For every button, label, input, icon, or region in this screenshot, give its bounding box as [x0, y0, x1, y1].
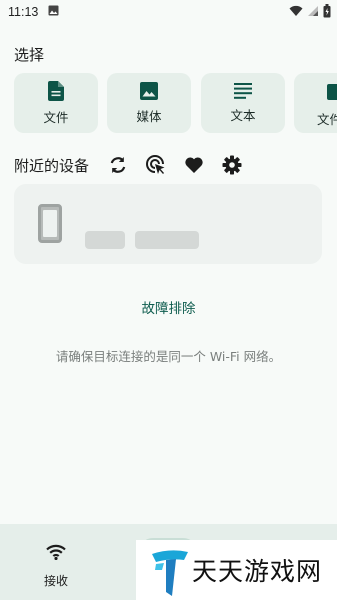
watermark-text: 天天游戏网 [192, 557, 323, 586]
signal-icon [307, 5, 319, 20]
device-placeholder-card [14, 184, 322, 264]
nearby-devices-header: 附近的设备 [14, 155, 334, 175]
phone-icon [38, 204, 62, 243]
text-icon [234, 82, 252, 99]
pick-file-button[interactable]: 文件 [14, 73, 98, 133]
nav-receive-label: 接收 [43, 574, 68, 588]
watermark-logo: 天天游戏网 [136, 540, 337, 600]
watermark-t-logo-icon [150, 548, 190, 600]
skeleton-bar [135, 231, 199, 249]
nearby-devices-title: 附近的设备 [14, 156, 90, 175]
pick-file-label: 文件 [43, 109, 69, 125]
cursor-click-icon[interactable] [146, 155, 166, 175]
pick-media-button[interactable]: 媒体 [107, 73, 191, 133]
image-icon [140, 81, 158, 100]
settings-icon[interactable] [222, 155, 242, 175]
file-icon [48, 80, 64, 101]
status-bar: 11:13 [0, 0, 337, 24]
pick-folder-button[interactable]: 文件 [294, 73, 337, 133]
wifi-receive-icon [46, 544, 66, 564]
skeleton-bar [85, 231, 125, 249]
network-hint-text: 请确保目标连接的是同一个 Wi-Fi 网络。 [55, 349, 282, 364]
pick-text-label: 文本 [230, 107, 256, 123]
pick-section-title: 选择 [14, 46, 45, 64]
battery-icon [323, 4, 331, 21]
troubleshoot-link[interactable]: 故障排除 [0, 297, 337, 317]
pick-media-label: 媒体 [136, 108, 162, 124]
refresh-icon[interactable] [108, 155, 128, 175]
gallery-notification-icon [48, 5, 59, 19]
folder-icon [327, 84, 337, 100]
pick-text-button[interactable]: 文本 [201, 73, 285, 133]
pick-row: 文件 媒体 文本 文件 [14, 73, 337, 133]
status-time: 11:13 [8, 5, 39, 19]
heart-icon[interactable] [184, 155, 204, 175]
pick-folder-label: 文件 [317, 112, 337, 127]
nav-receive-tab[interactable]: 接收 [0, 524, 112, 600]
wifi-status-icon [289, 5, 303, 20]
